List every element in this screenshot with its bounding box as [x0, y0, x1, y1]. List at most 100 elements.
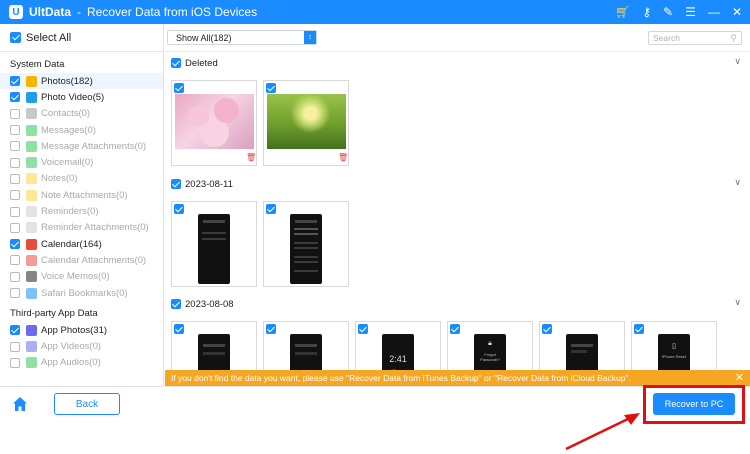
key-icon[interactable]: ⚷ [642, 6, 651, 18]
category-icon [26, 189, 37, 201]
group-checkbox[interactable] [171, 179, 181, 189]
sidebar-item-checkbox[interactable] [10, 141, 20, 152]
group-checkbox[interactable] [171, 58, 181, 68]
photo-checkbox[interactable] [174, 324, 184, 334]
sidebar-item[interactable]: App Audios(0) [0, 355, 163, 371]
sidebar-item[interactable]: Note Attachments(0) [0, 187, 163, 203]
category-icon [26, 140, 37, 152]
select-all-row[interactable]: Select All [0, 24, 163, 52]
photo-checkbox[interactable] [266, 204, 276, 214]
search-icon[interactable]: ⚲ [730, 33, 737, 44]
select-all-label: Select All [26, 31, 72, 44]
sidebar-item[interactable]: Reminders(0) [0, 203, 163, 219]
notice-close-icon[interactable]: ✕ [735, 371, 744, 384]
category-icon [26, 108, 37, 120]
photo-checkbox[interactable] [266, 324, 276, 334]
sidebar-item[interactable]: Safari Bookmarks(0) [0, 285, 163, 301]
category-icon [26, 287, 37, 299]
sidebar-item-checkbox[interactable] [10, 288, 20, 298]
sidebar-item-checkbox[interactable] [10, 92, 20, 103]
sidebar-item[interactable]: Voicemail(0) [0, 154, 163, 170]
photo-card[interactable]: 🗑︎ [263, 80, 349, 166]
menu-icon[interactable]: ☰ [685, 6, 696, 18]
sidebar-item-checkbox[interactable] [10, 239, 20, 250]
group-label: 2023-08-11 [185, 178, 233, 190]
sidebar-item-checkbox[interactable] [10, 157, 20, 168]
photo-checkbox[interactable] [358, 324, 368, 334]
sidebar-section-header: Third-party App Data [10, 307, 98, 319]
back-button[interactable]: Back [54, 393, 120, 415]
group-header-2023-08-11[interactable]: 2023-08-11 ∨ [171, 177, 741, 191]
updown-arrows-icon[interactable]: ↕ [304, 31, 316, 44]
minimize-icon[interactable]: — [708, 6, 720, 18]
category-icon [26, 324, 37, 336]
category-icon [26, 357, 37, 369]
title-separator: - [77, 5, 82, 19]
pencil-icon[interactable]: ✎ [663, 6, 673, 18]
photo-checkbox[interactable] [174, 83, 184, 93]
screenshot-card[interactable] [263, 201, 349, 287]
lock-clock: 2:41 [389, 354, 407, 364]
bottom-bar: Back Recover to PC [0, 385, 750, 454]
sidebar-item-label: Contacts(0) [41, 108, 91, 120]
filter-select[interactable]: Show All(182) ↕ [167, 30, 317, 45]
trash-icon[interactable]: 🗑︎ [246, 153, 256, 162]
group-header-2023-08-08[interactable]: 2023-08-08 ∨ [171, 297, 741, 311]
home-icon[interactable] [12, 396, 28, 412]
sidebar-item[interactable]: Reminder Attachments(0) [0, 220, 163, 236]
sidebar-item[interactable]: Calendar(164) [0, 236, 163, 252]
window-title: Recover Data from iOS Devices [87, 5, 258, 19]
category-icon [26, 157, 37, 169]
lock-icon: 🔒︎ [488, 340, 492, 347]
trash-icon[interactable]: 🗑︎ [338, 153, 348, 162]
sidebar-item-label: Notes(0) [41, 173, 78, 185]
photo-card[interactable]: 🗑︎ [171, 80, 257, 166]
group-header-deleted[interactable]: Deleted ∨ [171, 56, 741, 70]
cart-icon[interactable]: 🛒︎ [615, 6, 630, 18]
photo-checkbox[interactable] [542, 324, 552, 334]
close-icon[interactable]: ✕ [732, 6, 742, 18]
category-icon [26, 254, 37, 266]
search-input[interactable]: Search ⚲ [648, 31, 742, 45]
chevron-down-icon[interactable]: ∨ [734, 56, 741, 67]
sidebar-item-checkbox[interactable] [10, 357, 20, 368]
cherry-blossom-thumbnail [175, 94, 254, 149]
select-all-checkbox[interactable] [10, 32, 21, 43]
sidebar-item[interactable]: Photos(182) [0, 73, 163, 90]
sidebar-item-checkbox[interactable] [10, 271, 20, 282]
group-checkbox[interactable] [171, 299, 181, 309]
chevron-down-icon[interactable]: ∨ [734, 297, 741, 308]
sidebar-item[interactable]: Messages(0) [0, 122, 163, 138]
ultdata-logo-icon: U [9, 5, 23, 19]
photo-checkbox[interactable] [266, 83, 276, 93]
sidebar-item[interactable]: Calendar Attachments(0) [0, 252, 163, 268]
sidebar-item[interactable]: Voice Memos(0) [0, 269, 163, 285]
sidebar-item-checkbox[interactable] [10, 173, 20, 184]
screenshot-card[interactable] [171, 201, 257, 287]
sidebar-item-checkbox[interactable] [10, 325, 20, 336]
sidebar-item[interactable]: Notes(0) [0, 171, 163, 187]
chevron-down-icon[interactable]: ∨ [734, 177, 741, 188]
sidebar-item[interactable]: Message Attachments(0) [0, 138, 163, 154]
sidebar-item-checkbox[interactable] [10, 125, 20, 136]
photo-checkbox[interactable] [174, 204, 184, 214]
sidebar-item-checkbox[interactable] [10, 222, 20, 233]
sidebar-item-label: Reminders(0) [41, 206, 99, 218]
notice-bar: If you don't find the data you want, ple… [165, 370, 750, 386]
sidebar-item-checkbox[interactable] [10, 76, 20, 87]
sidebar-item[interactable]: App Videos(0) [0, 338, 163, 354]
photo-checkbox[interactable] [450, 324, 460, 334]
sidebar-item-checkbox[interactable] [10, 190, 20, 201]
sidebar-item[interactable]: App Photos(31) [0, 322, 163, 338]
photo-checkbox[interactable] [634, 324, 644, 334]
app-name: UltData [29, 5, 72, 19]
sidebar-item-checkbox[interactable] [10, 255, 20, 266]
main-panel: Show All(182) ↕ Search ⚲ Deleted ∨ 🗑︎ 🗑︎… [165, 24, 750, 386]
sidebar-item-label: Reminder Attachments(0) [41, 222, 149, 234]
sidebar-item-checkbox[interactable] [10, 206, 20, 217]
sidebar-item[interactable]: Photo Video(5) [0, 89, 163, 105]
sidebar-item-checkbox[interactable] [10, 341, 20, 352]
search-placeholder: Search [653, 33, 680, 43]
sidebar-item[interactable]: Contacts(0) [0, 106, 163, 122]
sidebar-item-checkbox[interactable] [10, 108, 20, 119]
